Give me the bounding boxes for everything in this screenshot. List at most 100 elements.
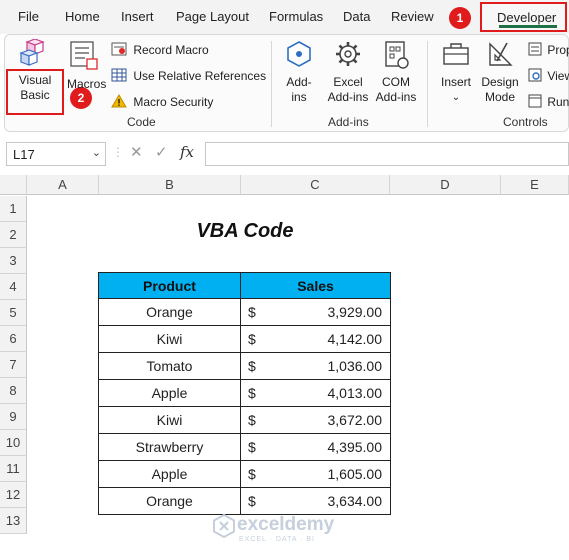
row-header-1[interactable]: 1 — [0, 196, 27, 222]
table-row: Strawberry $4,395.00 — [98, 433, 391, 461]
view-code-button[interactable]: View — [528, 68, 569, 83]
menu-bar: File Home Insert Page Layout Formulas Da… — [0, 0, 569, 34]
controls-group-label: Controls — [503, 115, 548, 129]
header-sales[interactable]: Sales — [240, 272, 391, 299]
cancel-icon[interactable]: ✕ — [130, 143, 143, 161]
tab-insert[interactable]: Insert — [121, 9, 154, 24]
table-row: Orange $3,929.00 — [98, 298, 391, 326]
relative-references-label: Use Relative References — [133, 69, 267, 83]
tab-review[interactable]: Review — [391, 9, 434, 24]
name-box[interactable]: L17 ⌄ — [6, 142, 106, 166]
select-all-corner[interactable] — [0, 175, 27, 195]
record-macro-label: Record Macro — [133, 43, 209, 57]
product-cell[interactable]: Strawberry — [98, 433, 241, 461]
row-header-4[interactable]: 4 — [0, 274, 27, 300]
tab-home[interactable]: Home — [65, 9, 100, 24]
chevron-down-icon[interactable]: ⌄ — [92, 146, 101, 159]
macros-label: Macros — [67, 77, 107, 91]
table-header-row: Product Sales — [98, 272, 391, 299]
currency-symbol: $ — [248, 358, 256, 374]
product-cell[interactable]: Apple — [98, 460, 241, 488]
sheet-title: VBA Code — [196, 220, 294, 242]
use-relative-references-button[interactable]: Use Relative References — [111, 68, 266, 83]
currency-symbol: $ — [248, 493, 256, 509]
column-header-b[interactable]: B — [99, 175, 241, 195]
row-header-6[interactable]: 6 — [0, 326, 27, 352]
design-mode-button[interactable]: Design Mode — [479, 39, 521, 105]
row-header-7[interactable]: 7 — [0, 352, 27, 378]
row-header-3[interactable]: 3 — [0, 248, 27, 274]
visual-basic-icon — [19, 38, 45, 66]
record-macro-button[interactable]: Record Macro — [111, 42, 209, 57]
row-header-10[interactable]: 10 — [0, 430, 27, 456]
table-row: Apple $4,013.00 — [98, 379, 391, 407]
macros-icon — [70, 41, 98, 70]
sales-cell[interactable]: $1,605.00 — [240, 460, 391, 488]
table-row: Kiwi $4,142.00 — [98, 325, 391, 353]
insert-function-button[interactable]: fx — [180, 143, 194, 161]
sales-cell[interactable]: $3,929.00 — [240, 298, 391, 326]
header-product[interactable]: Product — [98, 272, 241, 299]
design-mode-label-line2: Mode — [484, 90, 516, 104]
row-header-5[interactable]: 5 — [0, 300, 27, 326]
currency-symbol: $ — [248, 412, 256, 428]
tab-page-layout[interactable]: Page Layout — [176, 9, 249, 24]
visual-basic-button[interactable] — [18, 38, 50, 73]
group-separator — [271, 41, 272, 127]
tab-developer[interactable]: Developer — [480, 2, 567, 32]
product-cell[interactable]: Kiwi — [98, 406, 241, 434]
product-cell[interactable]: Orange — [98, 298, 241, 326]
code-group-label: Code — [127, 115, 156, 129]
tab-file[interactable]: File — [18, 9, 39, 24]
sales-cell[interactable]: $3,672.00 — [240, 406, 391, 434]
sales-cell[interactable]: $3,634.00 — [240, 487, 391, 515]
column-header-c[interactable]: C — [241, 175, 390, 195]
column-header-a[interactable]: A — [27, 175, 99, 195]
exceldemy-watermark: exceldemy EXCEL · DATA · BI — [213, 513, 334, 543]
formula-input[interactable] — [205, 142, 569, 166]
addins-label-line1: Add- — [286, 75, 312, 89]
sales-cell[interactable]: $4,395.00 — [240, 433, 391, 461]
properties-icon — [528, 42, 542, 56]
row-header-9[interactable]: 9 — [0, 404, 27, 430]
hexagon-addins-icon — [287, 41, 311, 67]
table-row: Tomato $1,036.00 — [98, 352, 391, 380]
visual-basic-highlight — [6, 69, 64, 115]
table-row: Apple $1,605.00 — [98, 460, 391, 488]
product-cell[interactable]: Kiwi — [98, 325, 241, 353]
column-header-d[interactable]: D — [390, 175, 501, 195]
macro-security-button[interactable]: Macro Security — [111, 94, 213, 109]
currency-symbol: $ — [248, 385, 256, 401]
row-header-2[interactable]: 2 — [0, 222, 27, 248]
tab-developer-label: Developer — [497, 10, 557, 25]
macros-button[interactable]: Macros — [67, 39, 107, 92]
name-box-value: L17 — [13, 147, 35, 162]
insert-control-button[interactable]: Insert ⌄ — [439, 39, 473, 105]
sales-cell[interactable]: $1,036.00 — [240, 352, 391, 380]
excel-addins-button[interactable]: Excel Add-ins — [325, 39, 371, 105]
addins-button[interactable]: Add- ins — [281, 39, 317, 105]
product-cell[interactable]: Apple — [98, 379, 241, 407]
column-header-e[interactable]: E — [501, 175, 569, 195]
tab-formulas[interactable]: Formulas — [269, 9, 323, 24]
enter-icon[interactable]: ✓ — [155, 143, 168, 161]
watermark-name: exceldemy — [237, 514, 335, 535]
row-header-11[interactable]: 11 — [0, 456, 27, 482]
relative-references-icon — [111, 68, 127, 82]
product-cell[interactable]: Orange — [98, 487, 241, 515]
sales-cell[interactable]: $4,013.00 — [240, 379, 391, 407]
row-header-13[interactable]: 13 — [0, 508, 27, 534]
tab-data[interactable]: Data — [343, 9, 370, 24]
run-dialog-button[interactable]: Run — [528, 94, 569, 109]
view-code-label: View — [547, 69, 569, 83]
product-cell[interactable]: Tomato — [98, 352, 241, 380]
properties-button[interactable]: Prop — [528, 42, 569, 57]
sales-cell[interactable]: $4,142.00 — [240, 325, 391, 353]
com-addins-button[interactable]: COM Add-ins — [373, 39, 419, 105]
table-row: Kiwi $3,672.00 — [98, 406, 391, 434]
row-header-8[interactable]: 8 — [0, 378, 27, 404]
row-header-12[interactable]: 12 — [0, 482, 27, 508]
more-icon: ⋮ — [112, 145, 124, 159]
warning-icon — [111, 94, 127, 108]
ribbon: Visual Basic 2 Macros Record Macro Use R… — [4, 34, 569, 132]
